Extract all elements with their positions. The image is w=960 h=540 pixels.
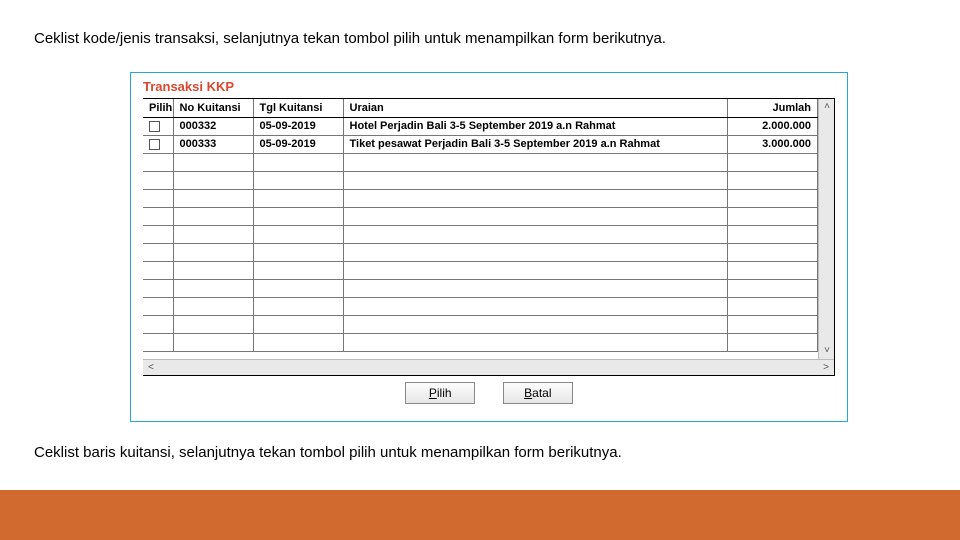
col-header-no-kuitansi: No Kuitansi bbox=[173, 99, 253, 117]
col-header-pilih: Pilih bbox=[143, 99, 173, 117]
batal-button[interactable]: Batal bbox=[503, 382, 573, 404]
table-row[interactable] bbox=[143, 261, 818, 279]
window-title: Transaksi KKP bbox=[131, 73, 847, 96]
cell-jumlah: 3.000.000 bbox=[728, 135, 818, 153]
cell-no-kuitansi: 000333 bbox=[173, 135, 253, 153]
table-row[interactable] bbox=[143, 207, 818, 225]
table-header-row: Pilih No Kuitansi Tgl Kuitansi Uraian Ju… bbox=[143, 99, 818, 117]
grid-container: Pilih No Kuitansi Tgl Kuitansi Uraian Ju… bbox=[143, 98, 835, 376]
scroll-left-icon[interactable]: ˂ bbox=[143, 360, 159, 376]
footer-bar bbox=[0, 490, 960, 540]
scroll-right-icon[interactable]: ˃ bbox=[818, 360, 834, 376]
checkbox[interactable] bbox=[149, 121, 160, 132]
table-row[interactable] bbox=[143, 297, 818, 315]
table-row[interactable] bbox=[143, 225, 818, 243]
cell-tgl-kuitansi: 05-09-2019 bbox=[253, 135, 343, 153]
cell-tgl-kuitansi: 05-09-2019 bbox=[253, 117, 343, 135]
table-row[interactable] bbox=[143, 171, 818, 189]
scroll-up-icon[interactable]: ˄ bbox=[819, 99, 834, 115]
instruction-top: Ceklist kode/jenis transaksi, selanjutny… bbox=[34, 30, 666, 47]
table-row[interactable] bbox=[143, 153, 818, 171]
table-row[interactable] bbox=[143, 279, 818, 297]
cell-no-kuitansi: 000332 bbox=[173, 117, 253, 135]
table-row[interactable]: 000332 05-09-2019 Hotel Perjadin Bali 3-… bbox=[143, 117, 818, 135]
pilih-button[interactable]: Pilih bbox=[405, 382, 475, 404]
cell-jumlah: 2.000.000 bbox=[728, 117, 818, 135]
cell-uraian: Tiket pesawat Perjadin Bali 3-5 Septembe… bbox=[343, 135, 728, 153]
instruction-bottom: Ceklist baris kuitansi, selanjutnya teka… bbox=[34, 444, 622, 461]
table-row[interactable] bbox=[143, 243, 818, 261]
transaksi-window: Transaksi KKP Pilih No Kuitansi Tgl Kuit… bbox=[130, 72, 848, 422]
horizontal-scrollbar[interactable]: ˂ ˃ bbox=[143, 359, 834, 375]
vertical-scrollbar[interactable]: ˄ ˅ bbox=[818, 99, 834, 359]
kuitansi-table: Pilih No Kuitansi Tgl Kuitansi Uraian Ju… bbox=[143, 99, 818, 352]
col-header-jumlah: Jumlah bbox=[728, 99, 818, 117]
checkbox[interactable] bbox=[149, 139, 160, 150]
table-row[interactable] bbox=[143, 333, 818, 351]
button-bar: Pilih Batal bbox=[131, 382, 847, 404]
col-header-uraian: Uraian bbox=[343, 99, 728, 117]
cell-uraian: Hotel Perjadin Bali 3-5 September 2019 a… bbox=[343, 117, 728, 135]
table-row[interactable] bbox=[143, 189, 818, 207]
table-row[interactable] bbox=[143, 315, 818, 333]
col-header-tgl-kuitansi: Tgl Kuitansi bbox=[253, 99, 343, 117]
table-row[interactable]: 000333 05-09-2019 Tiket pesawat Perjadin… bbox=[143, 135, 818, 153]
scroll-down-icon[interactable]: ˅ bbox=[819, 343, 834, 359]
